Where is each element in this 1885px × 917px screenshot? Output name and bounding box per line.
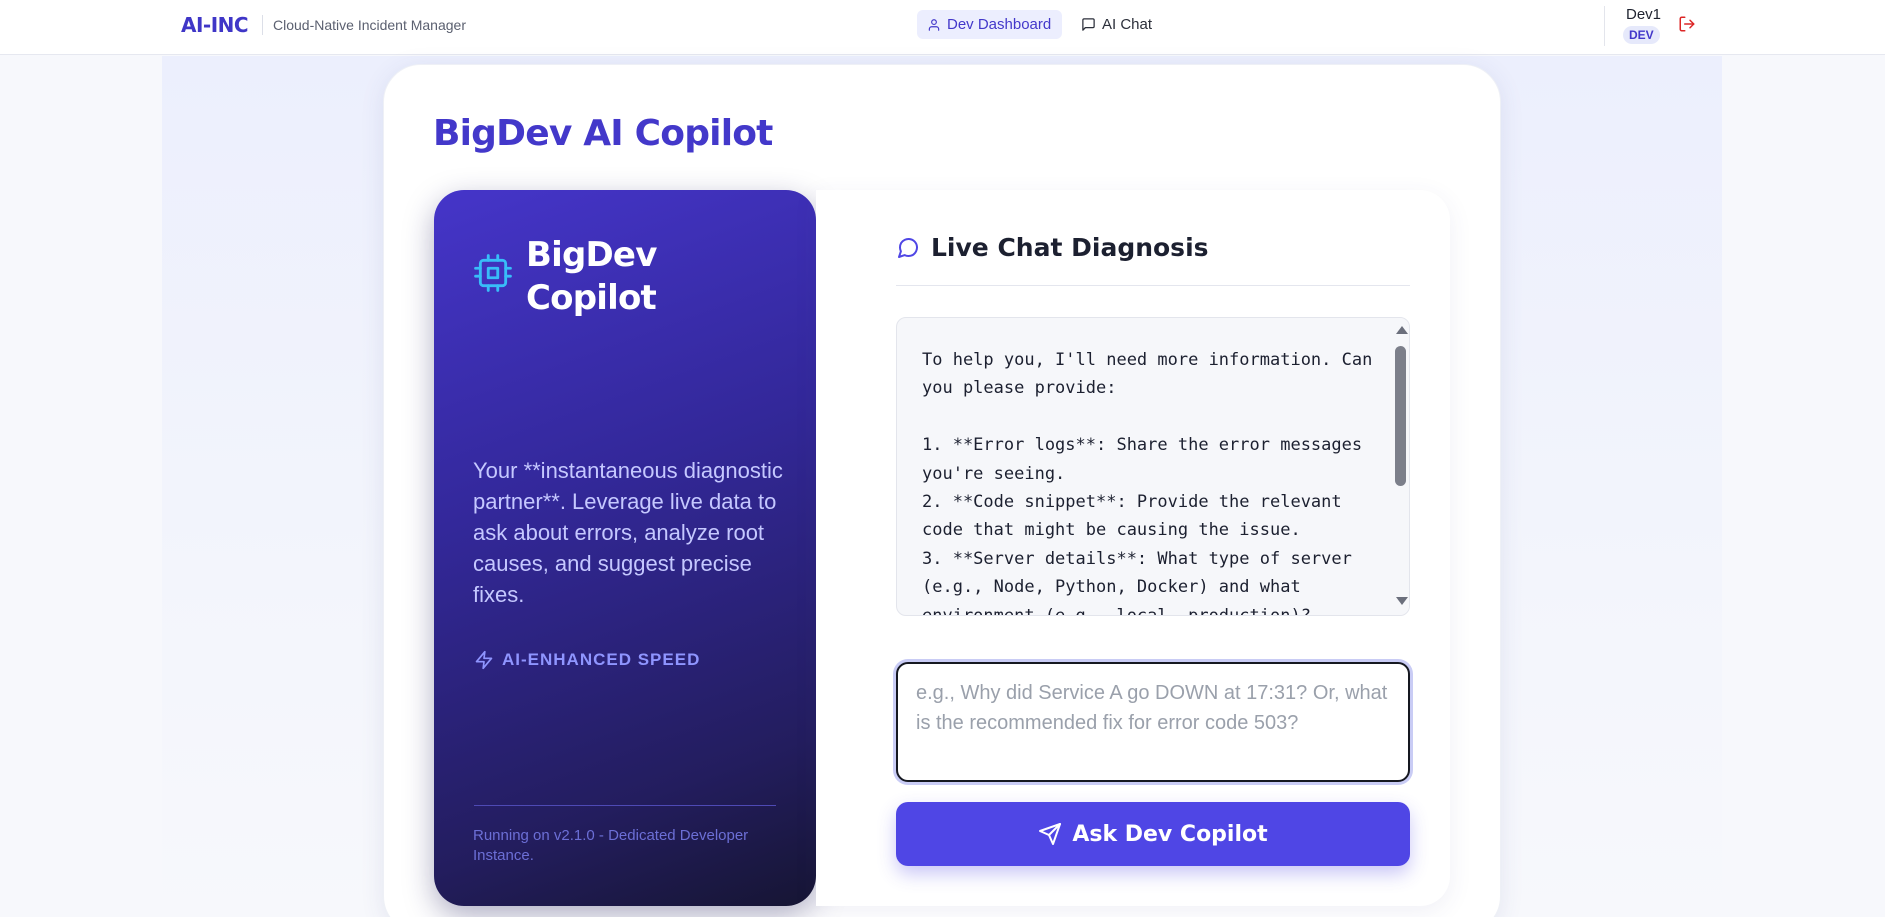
nav-ai-chat[interactable]: AI Chat — [1081, 10, 1152, 39]
scroll-down-arrow-icon[interactable] — [1396, 597, 1408, 605]
send-icon — [1039, 823, 1062, 845]
chat-heading: Live Chat Diagnosis — [931, 233, 1209, 262]
user-divider — [1604, 6, 1605, 46]
nav-dev-dashboard-label: Dev Dashboard — [947, 16, 1052, 33]
version-note: Running on v2.1.0 - Dedicated Developer … — [473, 827, 749, 864]
ask-dev-copilot-label: Ask Dev Copilot — [1072, 821, 1268, 847]
chat-response-box[interactable]: To help you, I'll need more information.… — [896, 317, 1410, 616]
scroll-up-arrow-icon[interactable] — [1396, 326, 1408, 334]
copilot-intro-description: Your **instantaneous diagnostic partner*… — [473, 458, 783, 607]
message-circle-icon — [898, 237, 919, 258]
speed-feature: AI-ENHANCED SPEED — [474, 650, 700, 670]
message-square-icon — [1082, 18, 1095, 31]
speed-feature-label: AI-ENHANCED SPEED — [502, 650, 701, 669]
user-name: Dev1 — [1626, 6, 1662, 23]
brand-divider — [262, 15, 263, 35]
chat-divider — [896, 285, 1410, 286]
ask-dev-copilot-button[interactable]: Ask Dev Copilot — [896, 802, 1410, 866]
brand-logo[interactable]: AI-INC — [181, 13, 249, 37]
intro-divider — [474, 805, 776, 806]
brand-subtitle: Cloud-Native Incident Manager — [273, 17, 466, 33]
log-out-icon[interactable] — [1678, 15, 1696, 33]
query-input[interactable] — [896, 662, 1410, 782]
page-title: BigDev AI Copilot — [433, 113, 773, 154]
nav-dev-dashboard[interactable]: Dev Dashboard — [917, 10, 1062, 39]
scroll-thumb[interactable] — [1395, 346, 1406, 486]
zap-icon — [475, 650, 493, 670]
copilot-response-text: To help you, I'll need more information.… — [922, 350, 1373, 616]
nav-ai-chat-label: AI Chat — [1102, 16, 1153, 33]
chat-scrollbar[interactable] — [1392, 318, 1409, 615]
cpu-chip-icon — [474, 254, 512, 292]
copilot-intro-title: BigDev Copilot — [526, 235, 657, 318]
user-icon — [928, 18, 940, 31]
top-navbar: AI-INC Cloud-Native Incident Manager Dev… — [0, 0, 1885, 55]
user-role-badge: DEV — [1623, 26, 1660, 44]
